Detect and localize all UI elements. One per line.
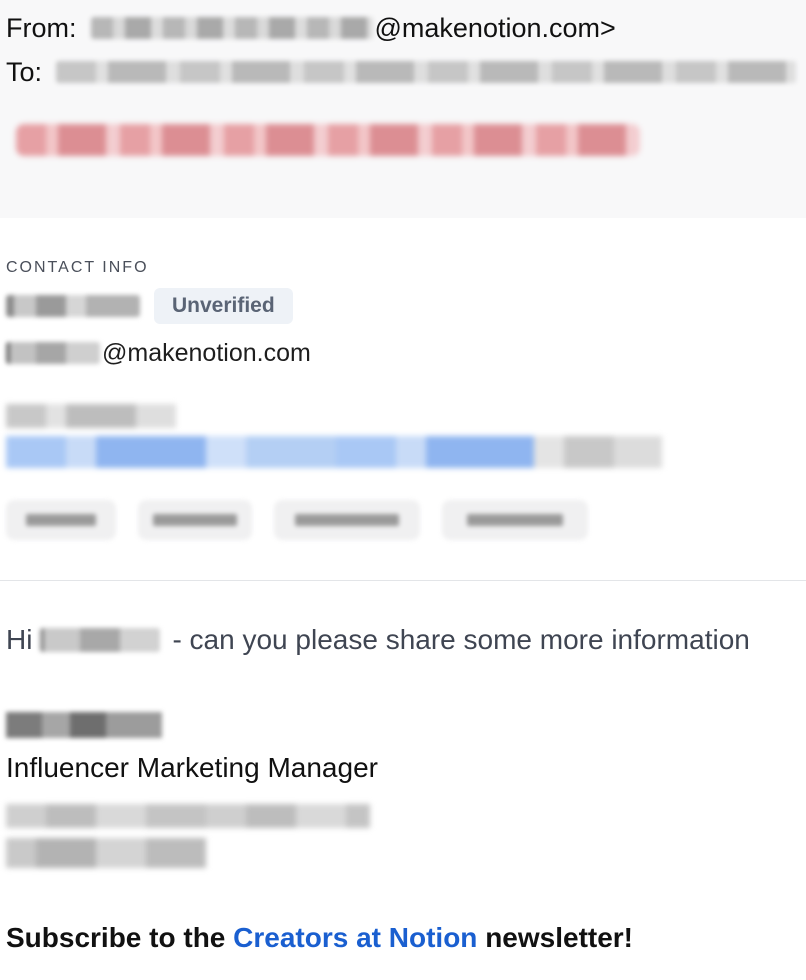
from-label: From: (6, 12, 77, 43)
contact-email-domain: @makenotion.com (102, 338, 311, 367)
signature-title: Influencer Marketing Manager (6, 752, 378, 783)
from-row: From: @makenotion.com> (6, 10, 616, 46)
subscribe-prefix: Subscribe to the (6, 922, 226, 953)
contact-tags (6, 500, 588, 540)
subscribe-suffix: newsletter! (485, 922, 634, 953)
tag-chip[interactable] (442, 500, 588, 540)
warning-banner-redacted (16, 124, 640, 156)
greeting-text: - can you please share some more informa… (172, 624, 750, 655)
tag-chip[interactable] (6, 500, 116, 540)
signature-line-redacted (6, 804, 370, 828)
signature-line-redacted (6, 838, 206, 868)
creators-at-notion-link[interactable]: Creators at Notion (233, 922, 477, 953)
tag-chip[interactable] (138, 500, 252, 540)
status-badge: Unverified (154, 288, 293, 324)
greeting-name-redacted (40, 628, 161, 652)
contact-email-user-redacted (6, 342, 100, 364)
contact-name-row: Unverified (6, 288, 293, 324)
contact-info-heading: CONTACT INFO (6, 259, 149, 276)
contact-organization-redacted (6, 404, 176, 428)
subscribe-line: Subscribe to the Creators at Notion news… (6, 922, 633, 954)
greeting-start: Hi (6, 624, 33, 655)
to-label: To: (6, 56, 43, 87)
contact-name-redacted (6, 295, 140, 317)
contact-email-row[interactable]: @makenotion.com (6, 336, 311, 370)
email-header: From: @makenotion.com> To: (0, 0, 806, 218)
section-divider (0, 580, 806, 581)
signature-name-redacted (6, 712, 162, 738)
tag-chip[interactable] (274, 500, 420, 540)
to-row: To: (6, 54, 797, 90)
message-greeting: Hi - can you please share some more info… (6, 620, 750, 660)
from-email-domain[interactable]: @makenotion.com> (375, 13, 616, 44)
contact-link-redacted[interactable] (6, 436, 662, 468)
from-name-redacted (90, 17, 373, 39)
to-recipients-redacted[interactable] (56, 61, 797, 83)
